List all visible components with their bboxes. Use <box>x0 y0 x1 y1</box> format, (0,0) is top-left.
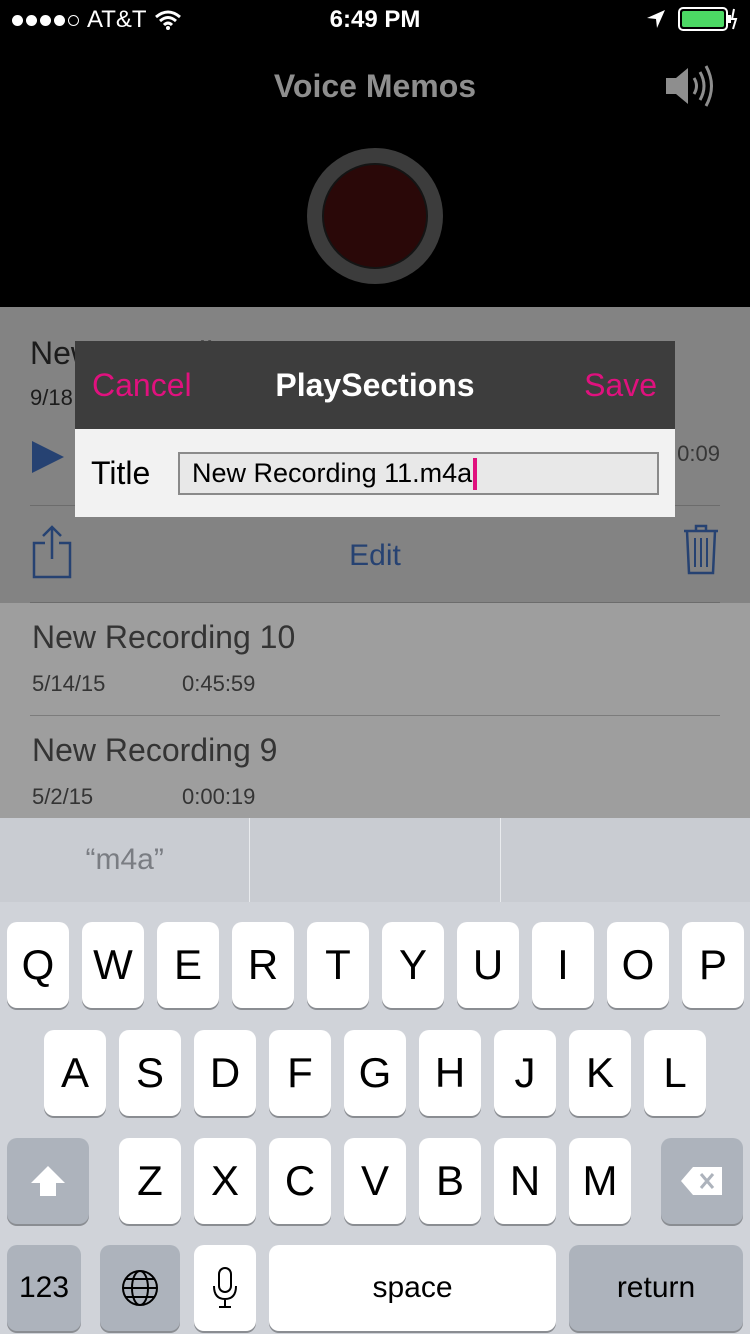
suggestion-2[interactable] <box>250 818 501 902</box>
dialog-body: Title New Recording 11.m4a <box>75 429 675 517</box>
key-u[interactable]: U <box>457 922 519 1008</box>
key-r[interactable]: R <box>232 922 294 1008</box>
key-s[interactable]: S <box>119 1030 181 1116</box>
record-icon <box>322 163 428 269</box>
globe-key[interactable] <box>100 1245 180 1331</box>
key-t[interactable]: T <box>307 922 369 1008</box>
dictation-key[interactable] <box>194 1245 256 1331</box>
suggestion-3[interactable] <box>501 818 750 902</box>
key-z[interactable]: Z <box>119 1138 181 1224</box>
shift-icon <box>31 1166 65 1196</box>
key-b[interactable]: B <box>419 1138 481 1224</box>
key-x[interactable]: X <box>194 1138 256 1224</box>
status-time: 6:49 PM <box>329 6 421 33</box>
key-i[interactable]: I <box>532 922 594 1008</box>
key-f[interactable]: F <box>269 1030 331 1116</box>
title-input-value: New Recording 11.m4a <box>192 458 473 488</box>
shift-key[interactable] <box>7 1138 89 1224</box>
dialog-header: PlaySections Cancel Save <box>75 341 675 429</box>
key-k[interactable]: K <box>569 1030 631 1116</box>
key-v[interactable]: V <box>344 1138 406 1224</box>
space-key[interactable]: space <box>269 1245 556 1331</box>
key-l[interactable]: L <box>644 1030 706 1116</box>
key-y[interactable]: Y <box>382 922 444 1008</box>
suggestion-1[interactable]: “m4a” <box>0 818 251 902</box>
key-h[interactable]: H <box>419 1030 481 1116</box>
cancel-button[interactable]: Cancel <box>92 367 192 404</box>
record-button[interactable] <box>307 148 443 284</box>
page-title: Voice Memos <box>273 68 477 104</box>
speaker-volume-icon[interactable] <box>664 62 720 110</box>
title-label: Title <box>91 455 151 491</box>
globe-icon <box>122 1270 158 1306</box>
key-m[interactable]: M <box>569 1138 631 1224</box>
location-arrow-icon <box>647 10 665 28</box>
app-header: Voice Memos <box>0 40 750 307</box>
key-n[interactable]: N <box>494 1138 556 1224</box>
text-cursor <box>473 457 478 490</box>
microphone-icon <box>213 1267 237 1308</box>
key-a[interactable]: A <box>44 1030 106 1116</box>
key-q[interactable]: Q <box>7 922 69 1008</box>
keyboard: “m4a” Q W E R T Y U I O P A S D F G H J … <box>0 818 750 1334</box>
status-right <box>646 6 738 32</box>
backspace-icon <box>681 1167 722 1195</box>
key-g[interactable]: G <box>344 1030 406 1116</box>
key-d[interactable]: D <box>194 1030 256 1116</box>
key-j[interactable]: J <box>494 1030 556 1116</box>
key-w[interactable]: W <box>82 922 144 1008</box>
backspace-key[interactable] <box>661 1138 743 1224</box>
title-input[interactable]: New Recording 11.m4a <box>178 452 659 495</box>
predictive-bar: “m4a” <box>0 818 750 902</box>
key-o[interactable]: O <box>607 922 669 1008</box>
return-key[interactable]: return <box>569 1245 743 1331</box>
rename-dialog: PlaySections Cancel Save Title New Recor… <box>75 341 675 517</box>
numbers-key[interactable]: 123 <box>7 1245 81 1331</box>
key-p[interactable]: P <box>682 922 744 1008</box>
key-e[interactable]: E <box>157 922 219 1008</box>
save-button[interactable]: Save <box>584 367 657 404</box>
status-bar: AT&T 6:49 PM <box>0 0 750 40</box>
battery-icon <box>678 7 738 31</box>
key-c[interactable]: C <box>269 1138 331 1224</box>
